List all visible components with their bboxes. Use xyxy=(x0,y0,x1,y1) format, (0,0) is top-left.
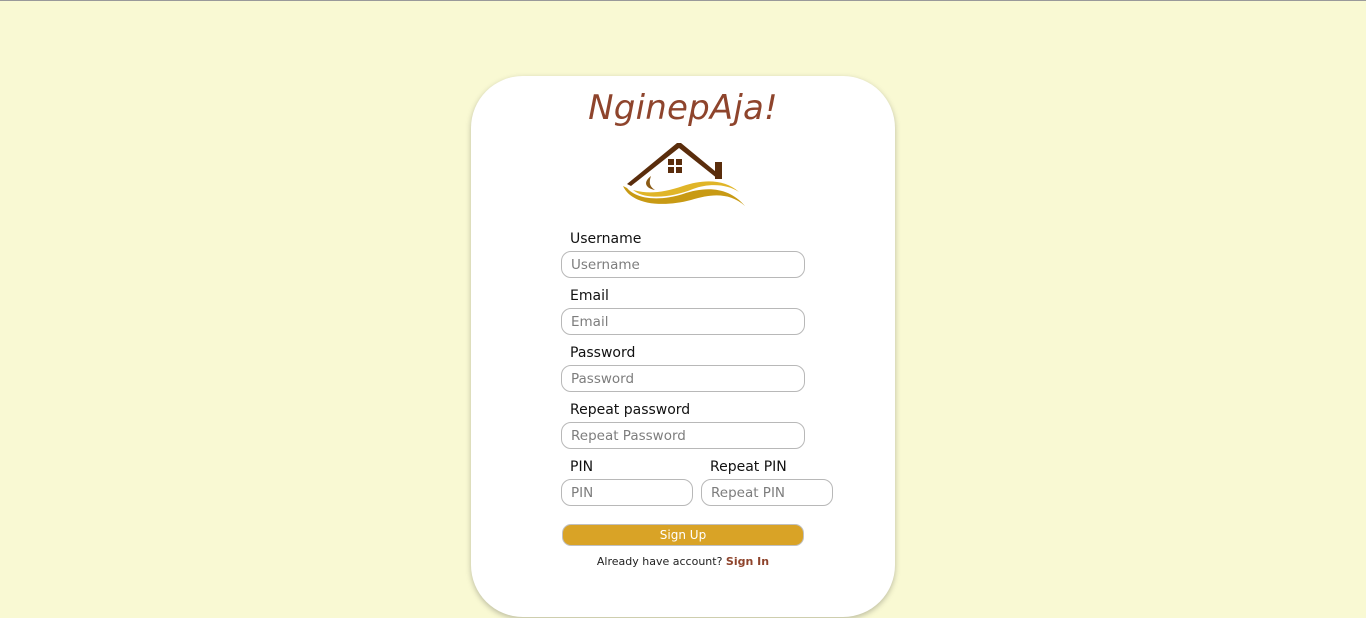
repeat-pin-input[interactable] xyxy=(701,479,833,506)
signin-prompt-text: Already have account? xyxy=(596,555,723,568)
email-label: Email xyxy=(570,288,609,304)
top-border xyxy=(0,0,1366,1)
house-logo-icon xyxy=(623,143,745,206)
repeat-password-input[interactable] xyxy=(561,422,805,449)
repeat-password-label: Repeat password xyxy=(570,402,691,418)
repeat-pin-label: Repeat PIN xyxy=(710,459,787,475)
signup-card: NginepAja! Username Email Password Repea… xyxy=(471,76,895,617)
pin-label: PIN xyxy=(570,459,594,475)
username-label: Username xyxy=(570,231,642,247)
pin-input[interactable] xyxy=(561,479,693,506)
signin-prompt: Already have account? Sign In xyxy=(471,555,895,568)
email-input[interactable] xyxy=(561,308,805,335)
password-label: Password xyxy=(570,345,636,361)
username-input[interactable] xyxy=(561,251,805,278)
brand-title: NginepAja! xyxy=(588,88,778,128)
password-input[interactable] xyxy=(561,365,805,392)
sign-in-link[interactable]: Sign In xyxy=(726,555,769,568)
sign-up-button[interactable]: Sign Up xyxy=(562,524,804,546)
